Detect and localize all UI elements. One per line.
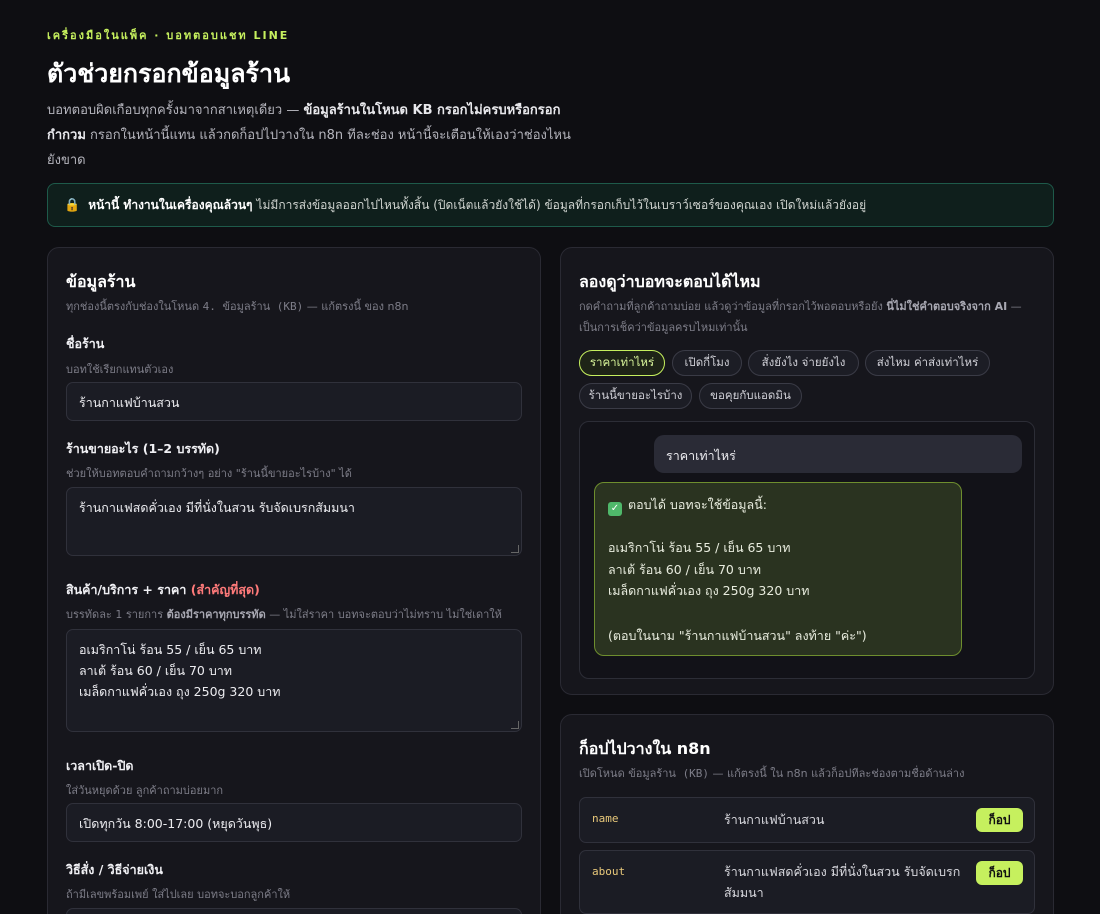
shop-name-label: ชื่อร้าน [66,336,105,351]
check-icon: ✓ [608,502,622,516]
try-bot-card: ลองดูว่าบอทจะตอบได้ไหม กดคำถามที่ลูกค้าถ… [560,247,1054,695]
intro-part-2: กรอกในหน้านี้แทน แล้วกดก็อปไปวางใน n8n ท… [47,128,571,168]
copy-button[interactable]: ก็อป [976,808,1023,832]
intro-text: บอทตอบผิดเกือบทุกครั้งมาจากสาเหตุเดียว —… [47,98,577,173]
copy-row-name: name ร้านกาแฟบ้านสวน ก็อป [579,797,1035,843]
answer-line: เมล็ดกาแฟคั่วเอง ถุง 250g 320 บาท [608,583,810,598]
payment-label: วิธีสั่ง / วิธีจ่ายเงิน [66,862,163,877]
shop-name-input[interactable]: ร้านกาแฟบ้านสวน [66,382,522,421]
subtitle-text: ทุกช่องนี้ตรงกับช่องในโหนด [66,300,203,313]
products-label-text: สินค้า/บริการ + ราคา [66,582,187,597]
resize-handle[interactable] [511,545,519,553]
shop-info-card: ข้อมูลร้าน ทุกช่องนี้ตรงกับช่องในโหนด 4.… [47,247,541,914]
products-hint: บรรทัดละ 1 รายการ ต้องมีราคาทุกบรรทัด — … [66,605,502,623]
chip-hours[interactable]: เปิดกี่โมง [672,350,742,376]
page-title: ตัวช่วยกรอกข้อมูลร้าน [47,59,291,88]
subtitle-text-2: — แก้ตรงนี้ ของ n8n [303,300,409,313]
about-label: ร้านขายอะไร (1–2 บรรทัด) [66,441,220,456]
row-key: about [592,865,626,878]
answer-head: ✓ ตอบได้ บอทจะใช้ข้อมูลนี้: [608,494,948,516]
notice-bold: หน้านี้ ทำงานในเครื่องคุณล้วนๆ [88,197,253,212]
answer-head-text: ตอบได้ บอทจะใช้ข้อมูลนี้: [628,497,767,512]
chip-order-payment[interactable]: สั่งยังไง จ่ายยังไง [748,350,859,376]
about-hint: ช่วยให้บอทตอบคำถามกว้างๆ อย่าง "ร้านนี้ข… [66,467,352,480]
about-textarea[interactable]: ร้านกาแฟสดคั่วเอง มีที่นั่งในสวน รับจัดเ… [66,487,522,556]
copy-subtitle-text: เปิดโหนด [579,767,629,780]
shop-info-subtitle: ทุกช่องนี้ตรงกับช่องในโหนด 4. ข้อมูลร้าน… [66,296,408,317]
payment-hint: ถ้ามีเลขพร้อมเพย์ ใส่ไปเลย บอทจะบอกลูกค้… [66,888,291,901]
hours-label: เวลาเปิด-ปิด [66,758,134,773]
copy-to-n8n-card: ก็อปไปวางใน n8n เปิดโหนด ข้อมูลร้าน (KB)… [560,714,1054,914]
answer-line: ลาเต้ ร้อน 60 / เย็น 70 บาท [608,561,762,577]
row-value: ร้านกาแฟบ้านสวน [724,812,825,827]
try-subtitle-bold: นี่ไม่ใช่คำตอบจริงจาก AI [886,300,1008,313]
try-subtitle-text: กดคำถามที่ลูกค้าถามบ่อย แล้วดูว่าข้อมูลท… [579,300,887,313]
products-label-accent: (สำคัญที่สุด) [190,582,260,597]
resize-handle[interactable] [511,721,519,729]
copy-title: ก็อปไปวางใน n8n [579,739,711,758]
hours-hint: ใส่วันหยุดด้วย ลูกค้าถามบ่อยมาก [66,784,224,797]
chip-shipping[interactable]: ส่งไหม ค่าส่งเท่าไหร่ [865,350,990,376]
answer-note: (ตอบในนาม "ร้านกาแฟบ้านสวน" ลงท้าย "ค่ะ"… [608,627,867,643]
intro-part-1: บอทตอบผิดเกือบทุกครั้งมาจากสาเหตุเดียว — [47,103,304,118]
hours-input[interactable]: เปิดทุกวัน 8:00-17:00 (หยุดวันพุธ) [66,803,522,842]
eyebrow: เครื่องมือในแพ็ค · บอทตอบแชท LINE [47,29,290,42]
privacy-notice: 🔒 หน้านี้ ทำงานในเครื่องคุณล้วนๆ ไม่มีกา… [47,183,1054,227]
copy-subtitle-mono: ข้อมูลร้าน (KB) [628,767,710,780]
answer-line: อเมริกาโน่ ร้อน 55 / เย็น 65 บาท [608,540,791,555]
answer-bubble: ✓ ตอบได้ บอทจะใช้ข้อมูลนี้: อเมริกาโน่ ร้… [594,482,962,656]
hint-bold: ต้องมีราคาทุกบรรทัด [166,608,266,621]
shop-name-hint: บอทใช้เรียกแทนตัวเอง [66,363,174,376]
shop-info-title: ข้อมูลร้าน [66,272,136,291]
lock-icon: 🔒 [64,197,81,213]
chip-products[interactable]: ร้านนี้ขายอะไรบ้าง [579,383,692,409]
try-subtitle: กดคำถามที่ลูกค้าถามบ่อย แล้วดูว่าข้อมูลท… [579,296,1029,338]
try-title: ลองดูว่าบอทจะตอบได้ไหม [579,272,761,291]
about-value: ร้านกาแฟสดคั่วเอง มีที่นั่งในสวน รับจัดเ… [79,500,355,515]
copy-subtitle-text-2: — แก้ตรงนี้ ใน n8n แล้วก็อปทีละช่องตามชื… [709,767,965,780]
chat-preview: ราคาเท่าไหร่ ✓ ตอบได้ บอทจะใช้ข้อมูลนี้: … [579,421,1035,679]
hint-text-2: — ไม่ใส่ราคา บอทจะตอบว่าไม่ทราบ ไม่ใช่เด… [265,608,502,621]
products-label: สินค้า/บริการ + ราคา (สำคัญที่สุด) [66,580,260,600]
products-value: อเมริกาโน่ ร้อน 55 / เย็น 65 บาท ลาเต้ ร… [79,642,281,699]
products-textarea[interactable]: อเมริกาโน่ ร้อน 55 / เย็น 65 บาท ลาเต้ ร… [66,629,522,732]
question-bubble: ราคาเท่าไหร่ [654,435,1022,473]
chip-price[interactable]: ราคาเท่าไหร่ [579,350,665,376]
hint-text: บรรทัดละ 1 รายการ [66,608,167,621]
copy-subtitle: เปิดโหนด ข้อมูลร้าน (KB) — แก้ตรงนี้ ใน … [579,763,964,784]
row-key: name [592,812,619,825]
chip-admin[interactable]: ขอคุยกับแอดมิน [699,383,802,409]
copy-button[interactable]: ก็อป [976,861,1023,885]
subtitle-mono: 4. ข้อมูลร้าน (KB) [202,300,304,313]
row-value: ร้านกาแฟสดคั่วเอง มีที่นั่งในสวน รับจัดเ… [724,864,961,900]
copy-row-about: about ร้านกาแฟสดคั่วเอง มีที่นั่งในสวน ร… [579,850,1035,914]
notice-text: ไม่มีการส่งข้อมูลออกไปไหนทั้งสิ้น (ปิดเน… [256,197,867,212]
payment-input[interactable] [66,908,522,914]
